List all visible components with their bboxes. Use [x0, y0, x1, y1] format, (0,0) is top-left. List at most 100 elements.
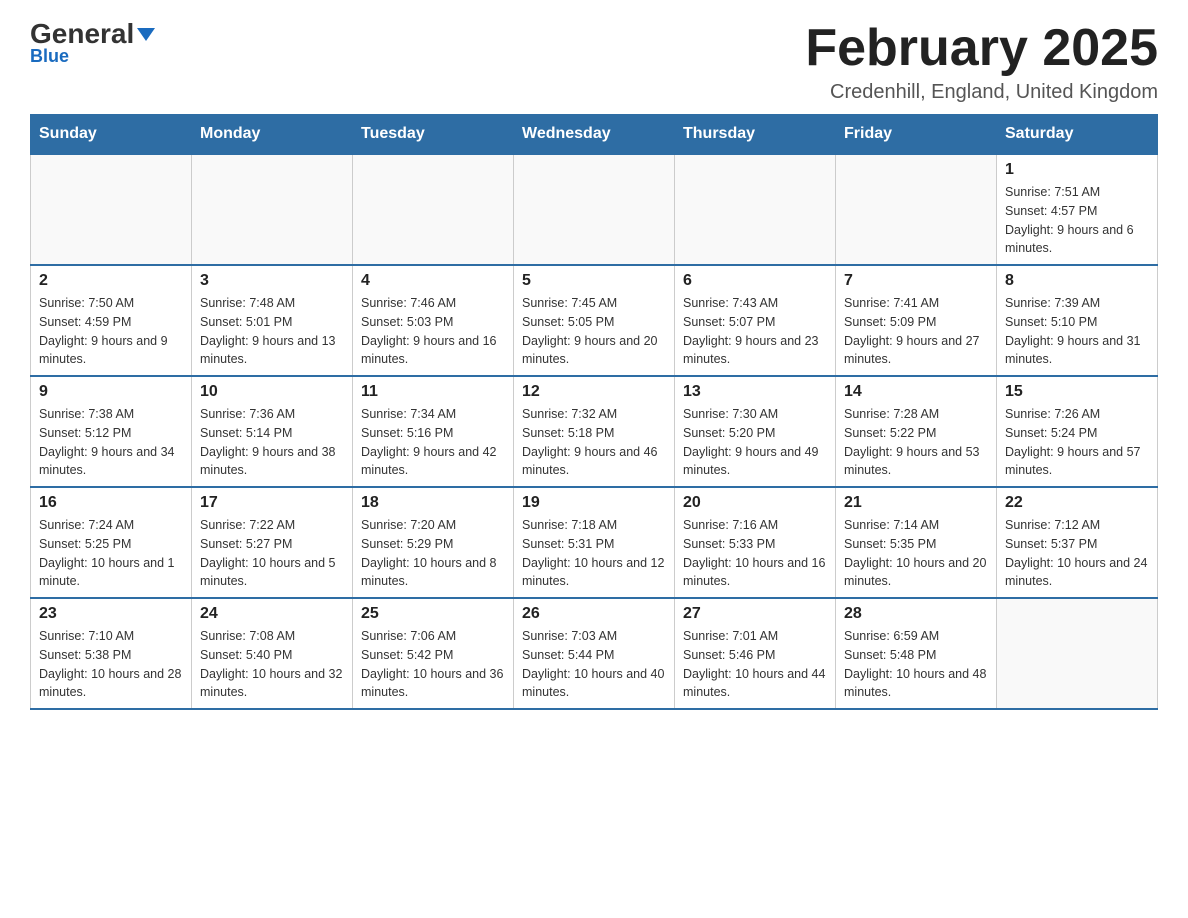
calendar-day-cell: 7Sunrise: 7:41 AMSunset: 5:09 PMDaylight…: [836, 265, 997, 376]
day-info-text: Sunrise: 7:39 AMSunset: 5:10 PMDaylight:…: [1005, 294, 1149, 369]
day-number: 24: [200, 605, 344, 623]
calendar-week-row: 23Sunrise: 7:10 AMSunset: 5:38 PMDayligh…: [31, 598, 1158, 709]
calendar-day-cell: [192, 154, 353, 265]
day-number: 1: [1005, 161, 1149, 179]
day-number: 11: [361, 383, 505, 401]
day-number: 25: [361, 605, 505, 623]
calendar-day-cell: [514, 154, 675, 265]
logo-main-text: General: [30, 20, 155, 48]
calendar-day-cell: 6 Sunrise: 7:43 AMSunset: 5:07 PMDaylight…: [675, 265, 836, 376]
day-number: 27: [683, 605, 827, 623]
day-info-text: Sunrise: 7:51 AMSunset: 4:57 PMDaylight:…: [1005, 183, 1149, 258]
day-number: 13: [683, 383, 827, 401]
calendar-day-cell: 9 Sunrise: 7:38 AMSunset: 5:12 PMDaylight…: [31, 376, 192, 487]
day-number: 20: [683, 494, 827, 512]
day-of-week-header: Tuesday: [353, 115, 514, 155]
day-info-text: Sunrise: 7:26 AMSunset: 5:24 PMDaylight:…: [1005, 405, 1149, 480]
day-number: 26: [522, 605, 666, 623]
day-info-text: Sunrise: 7:16 AMSunset: 5:33 PMDaylight:…: [683, 516, 827, 591]
calendar-day-cell: 11 Sunrise: 7:34 AMSunset: 5:16 PMDayligh…: [353, 376, 514, 487]
calendar-day-cell: 4Sunrise: 7:46 AMSunset: 5:03 PMDaylight…: [353, 265, 514, 376]
calendar-day-cell: 28Sunrise: 6:59 AMSunset: 5:48 PMDayligh…: [836, 598, 997, 709]
calendar-day-cell: 18 Sunrise: 7:20 AMSunset: 5:29 PMDayligh…: [353, 487, 514, 598]
day-number: 14: [844, 383, 988, 401]
calendar-day-cell: 23Sunrise: 7:10 AMSunset: 5:38 PMDayligh…: [31, 598, 192, 709]
day-of-week-header: Saturday: [997, 115, 1158, 155]
day-info-text: Sunrise: 7:32 AMSunset: 5:18 PMDaylight:…: [522, 405, 666, 480]
calendar-header-row: SundayMondayTuesdayWednesdayThursdayFrid…: [31, 115, 1158, 155]
day-info-text: Sunrise: 7:03 AMSunset: 5:44 PMDaylight:…: [522, 627, 666, 702]
day-info-text: Sunrise: 7:06 AMSunset: 5:42 PMDaylight:…: [361, 627, 505, 702]
day-number: 7: [844, 272, 988, 290]
calendar-day-cell: 20 Sunrise: 7:16 AMSunset: 5:33 PMDayligh…: [675, 487, 836, 598]
day-info-text: Sunrise: 7:36 AMSunset: 5:14 PMDaylight:…: [200, 405, 344, 480]
calendar-day-cell: [997, 598, 1158, 709]
calendar-day-cell: [836, 154, 997, 265]
calendar-day-cell: 25 Sunrise: 7:06 AMSunset: 5:42 PMDayligh…: [353, 598, 514, 709]
day-number: 6: [683, 272, 827, 290]
day-info-text: Sunrise: 7:20 AMSunset: 5:29 PMDaylight:…: [361, 516, 505, 591]
calendar-day-cell: 1 Sunrise: 7:51 AMSunset: 4:57 PMDaylight…: [997, 154, 1158, 265]
calendar-day-cell: 24 Sunrise: 7:08 AMSunset: 5:40 PMDayligh…: [192, 598, 353, 709]
day-info-text: Sunrise: 7:10 AMSunset: 5:38 PMDaylight:…: [39, 627, 183, 702]
day-info-text: Sunrise: 7:30 AMSunset: 5:20 PMDaylight:…: [683, 405, 827, 480]
page-header: General Blue February 2025 Credenhill, E…: [30, 20, 1158, 104]
logo-sub-text: Blue: [30, 46, 69, 67]
calendar-week-row: 2 Sunrise: 7:50 AMSunset: 4:59 PMDaylight…: [31, 265, 1158, 376]
calendar-day-cell: 17Sunrise: 7:22 AMSunset: 5:27 PMDayligh…: [192, 487, 353, 598]
calendar-day-cell: 19 Sunrise: 7:18 AMSunset: 5:31 PMDayligh…: [514, 487, 675, 598]
day-number: 3: [200, 272, 344, 290]
day-of-week-header: Wednesday: [514, 115, 675, 155]
day-number: 17: [200, 494, 344, 512]
calendar-day-cell: 3 Sunrise: 7:48 AMSunset: 5:01 PMDaylight…: [192, 265, 353, 376]
calendar-day-cell: 27 Sunrise: 7:01 AMSunset: 5:46 PMDayligh…: [675, 598, 836, 709]
day-info-text: Sunrise: 7:18 AMSunset: 5:31 PMDaylight:…: [522, 516, 666, 591]
day-number: 12: [522, 383, 666, 401]
day-number: 10: [200, 383, 344, 401]
day-number: 9: [39, 383, 183, 401]
day-info-text: Sunrise: 7:08 AMSunset: 5:40 PMDaylight:…: [200, 627, 344, 702]
day-info-text: Sunrise: 7:43 AMSunset: 5:07 PMDaylight:…: [683, 294, 827, 369]
calendar-week-row: 9 Sunrise: 7:38 AMSunset: 5:12 PMDaylight…: [31, 376, 1158, 487]
day-info-text: Sunrise: 7:45 AMSunset: 5:05 PMDaylight:…: [522, 294, 666, 369]
day-number: 21: [844, 494, 988, 512]
calendar-day-cell: 13 Sunrise: 7:30 AMSunset: 5:20 PMDayligh…: [675, 376, 836, 487]
day-info-text: Sunrise: 7:38 AMSunset: 5:12 PMDaylight:…: [39, 405, 183, 480]
calendar-week-row: 1 Sunrise: 7:51 AMSunset: 4:57 PMDaylight…: [31, 154, 1158, 265]
day-number: 8: [1005, 272, 1149, 290]
calendar-day-cell: 8 Sunrise: 7:39 AMSunset: 5:10 PMDaylight…: [997, 265, 1158, 376]
day-of-week-header: Sunday: [31, 115, 192, 155]
calendar-day-cell: [353, 154, 514, 265]
logo: General Blue: [30, 20, 155, 67]
day-number: 16: [39, 494, 183, 512]
day-info-text: Sunrise: 7:28 AMSunset: 5:22 PMDaylight:…: [844, 405, 988, 480]
day-info-text: Sunrise: 7:14 AMSunset: 5:35 PMDaylight:…: [844, 516, 988, 591]
day-info-text: Sunrise: 7:34 AMSunset: 5:16 PMDaylight:…: [361, 405, 505, 480]
month-title: February 2025: [805, 20, 1158, 77]
calendar-day-cell: [31, 154, 192, 265]
calendar-table: SundayMondayTuesdayWednesdayThursdayFrid…: [30, 114, 1158, 710]
day-info-text: Sunrise: 7:50 AMSunset: 4:59 PMDaylight:…: [39, 294, 183, 369]
calendar-day-cell: 5Sunrise: 7:45 AMSunset: 5:05 PMDaylight…: [514, 265, 675, 376]
day-number: 28: [844, 605, 988, 623]
calendar-day-cell: 14 Sunrise: 7:28 AMSunset: 5:22 PMDayligh…: [836, 376, 997, 487]
calendar-day-cell: 2 Sunrise: 7:50 AMSunset: 4:59 PMDaylight…: [31, 265, 192, 376]
calendar-day-cell: 26 Sunrise: 7:03 AMSunset: 5:44 PMDayligh…: [514, 598, 675, 709]
day-number: 2: [39, 272, 183, 290]
day-of-week-header: Monday: [192, 115, 353, 155]
day-number: 22: [1005, 494, 1149, 512]
day-info-text: Sunrise: 7:48 AMSunset: 5:01 PMDaylight:…: [200, 294, 344, 369]
day-info-text: Sunrise: 7:12 AMSunset: 5:37 PMDaylight:…: [1005, 516, 1149, 591]
calendar-day-cell: 15Sunrise: 7:26 AMSunset: 5:24 PMDayligh…: [997, 376, 1158, 487]
calendar-day-cell: 21 Sunrise: 7:14 AMSunset: 5:35 PMDayligh…: [836, 487, 997, 598]
title-block: February 2025 Credenhill, England, Unite…: [805, 20, 1158, 104]
day-number: 4: [361, 272, 505, 290]
calendar-day-cell: 16 Sunrise: 7:24 AMSunset: 5:25 PMDayligh…: [31, 487, 192, 598]
day-number: 19: [522, 494, 666, 512]
day-of-week-header: Thursday: [675, 115, 836, 155]
day-info-text: Sunrise: 7:24 AMSunset: 5:25 PMDaylight:…: [39, 516, 183, 591]
day-number: 18: [361, 494, 505, 512]
day-info-text: Sunrise: 7:01 AMSunset: 5:46 PMDaylight:…: [683, 627, 827, 702]
calendar-day-cell: 22 Sunrise: 7:12 AMSunset: 5:37 PMDayligh…: [997, 487, 1158, 598]
calendar-day-cell: [675, 154, 836, 265]
